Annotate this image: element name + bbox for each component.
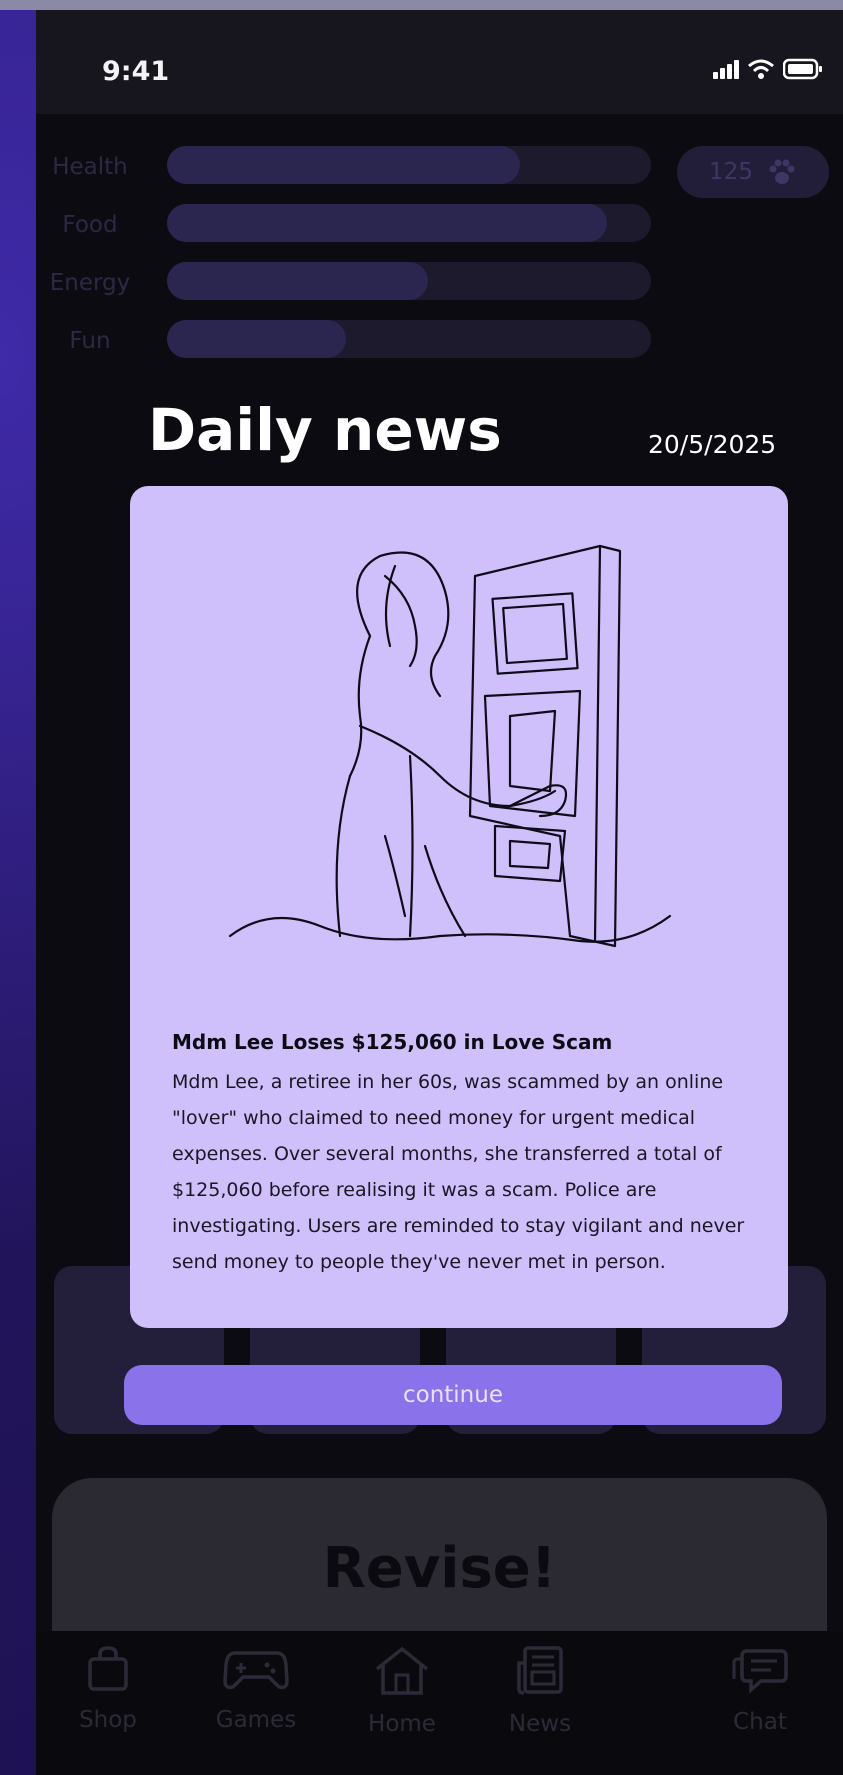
nav-item-chat[interactable]: Chat	[700, 1645, 820, 1735]
news-card: Mdm Lee Loses $125,060 in Love Scam Mdm …	[130, 486, 788, 1328]
fun-bar-fill	[167, 320, 347, 358]
food-bar	[167, 204, 651, 242]
stat-label-food: Food	[62, 212, 118, 238]
gamepad-icon	[223, 1651, 289, 1690]
health-bar	[167, 146, 651, 184]
energy-bar-fill	[167, 262, 429, 300]
chat-icon	[732, 1649, 788, 1694]
phone-screen: 9:41 Health Food Energy Fun 125 Revise! …	[36, 10, 843, 1775]
home-icon	[375, 1646, 429, 1695]
atm-woman-illustration	[228, 544, 672, 948]
nav-item-games[interactable]: Games	[196, 1645, 316, 1733]
nav-label-news: News	[508, 1711, 572, 1737]
status-icons	[713, 58, 823, 80]
nav-item-home[interactable]: Home	[342, 1645, 462, 1737]
newspaper-icon	[517, 1646, 563, 1695]
stat-label-health: Health	[52, 154, 128, 180]
news-headline: Mdm Lee Loses $125,060 in Love Scam	[172, 1030, 613, 1054]
coin-count: 125	[709, 159, 753, 185]
news-title: Daily news	[148, 396, 502, 464]
signal-icon	[713, 60, 739, 79]
nav-label-shop: Shop	[79, 1707, 137, 1733]
health-bar-fill	[167, 146, 521, 184]
bottom-nav: Shop Games Home News Chat	[36, 1631, 843, 1775]
energy-bar	[167, 262, 651, 300]
coin-counter: 125	[677, 146, 829, 198]
news-date: 20/5/2025	[648, 430, 777, 459]
nav-label-games: Games	[215, 1707, 297, 1733]
food-bar-fill	[167, 204, 608, 242]
nav-label-home: Home	[368, 1711, 436, 1737]
shopping-bag-icon	[88, 1646, 128, 1691]
stat-label-energy: Energy	[49, 270, 131, 296]
nav-label-chat: Chat	[733, 1709, 787, 1735]
stat-label-fun: Fun	[69, 328, 111, 354]
paw-icon	[769, 159, 795, 184]
nav-item-news[interactable]: News	[480, 1645, 600, 1737]
news-body: Mdm Lee, a retiree in her 60s, was scamm…	[172, 1071, 745, 1273]
revise-label: Revise!	[322, 1536, 557, 1601]
status-time: 9:41	[102, 56, 170, 87]
top-edge	[0, 0, 843, 10]
wifi-icon	[748, 59, 774, 79]
continue-button[interactable]: continue	[124, 1365, 782, 1425]
status-bar: 9:41	[36, 10, 843, 114]
nav-item-shop[interactable]: Shop	[48, 1645, 168, 1733]
fun-bar	[167, 320, 651, 358]
battery-icon	[783, 58, 822, 80]
